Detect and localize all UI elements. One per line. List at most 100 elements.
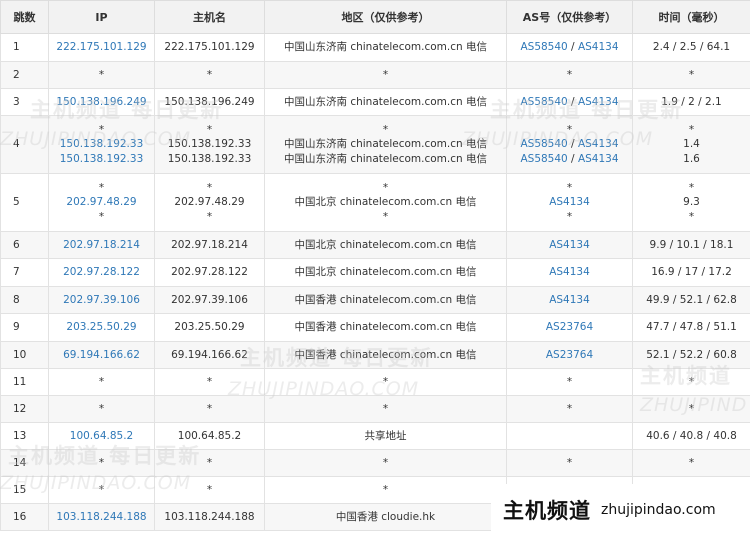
ip-link[interactable]: 150.138.192.33 bbox=[49, 137, 154, 152]
as-line: AS4134 bbox=[507, 265, 632, 280]
as-number-link[interactable]: AS23764 bbox=[546, 349, 593, 361]
hop-number-cell: 12 bbox=[0, 395, 49, 423]
empty-marker: * bbox=[382, 402, 389, 415]
ip-link[interactable]: 69.194.166.62 bbox=[49, 348, 154, 363]
as-number-link[interactable]: AS23764 bbox=[546, 321, 593, 333]
empty-marker: * bbox=[206, 181, 213, 194]
ip-link[interactable]: 100.64.85.2 bbox=[49, 429, 154, 444]
as-line: AS58540 / AS4134 bbox=[507, 40, 632, 55]
empty-marker: * bbox=[566, 181, 573, 194]
empty-marker: * bbox=[98, 456, 105, 469]
time-cell: * bbox=[632, 61, 750, 89]
as-cell: AS23764 bbox=[506, 313, 633, 342]
ip-link[interactable]: 103.118.244.188 bbox=[49, 510, 154, 525]
hostname-cell: * bbox=[154, 449, 265, 477]
ip-cell: 150.138.196.249 bbox=[48, 88, 155, 116]
as-cell: AS4134 bbox=[506, 231, 633, 259]
hostname-cell: 222.175.101.129 bbox=[154, 33, 265, 62]
time-cell: * bbox=[632, 395, 750, 423]
as-number-link[interactable]: AS58540 bbox=[520, 138, 567, 150]
as-number-link[interactable]: AS58540 bbox=[520, 41, 567, 53]
ip-link[interactable]: 202.97.28.122 bbox=[49, 265, 154, 280]
as-number-link[interactable]: AS4134 bbox=[578, 41, 619, 53]
cell-value: 中国北京 chinatelecom.com.cn 电信 bbox=[294, 196, 477, 209]
table-row: 3 150.138.196.249 150.138.196.249 中国山东济南 ch… bbox=[0, 88, 750, 116]
ip-link[interactable]: 150.138.192.33 bbox=[49, 152, 154, 167]
empty-marker: * bbox=[688, 456, 695, 469]
hostname-cell: 150.138.196.249 bbox=[154, 88, 265, 116]
as-number-link[interactable]: AS58540 bbox=[520, 96, 567, 108]
ip-cell: * bbox=[48, 61, 155, 89]
table-row: 8 202.97.39.106 202.97.39.106 中国香港 chinatel… bbox=[0, 286, 750, 314]
as-number-link[interactable]: AS4134 bbox=[549, 266, 590, 278]
cell-value: 49.9 / 52.1 / 62.8 bbox=[646, 293, 737, 306]
table-row: 12 * * * * * bbox=[0, 395, 750, 423]
ip-cell: 202.97.18.214 bbox=[48, 231, 155, 259]
empty-marker: * bbox=[206, 483, 213, 496]
as-number-link[interactable]: AS4134 bbox=[549, 196, 590, 208]
hop-number-cell: 3 bbox=[0, 88, 49, 116]
as-separator: / bbox=[567, 138, 578, 151]
as-number-link[interactable]: AS4134 bbox=[549, 294, 590, 306]
as-number-link[interactable]: AS4134 bbox=[549, 239, 590, 251]
as-cell: * bbox=[506, 449, 633, 477]
as-number-link[interactable]: AS4134 bbox=[578, 138, 619, 150]
ip-link[interactable]: 202.97.48.29 bbox=[49, 195, 154, 210]
ip-link[interactable]: 222.175.101.129 bbox=[49, 40, 154, 55]
cell-value: 中国北京 chinatelecom.com.cn 电信 bbox=[294, 238, 477, 251]
as-line: AS58540 / AS4134 bbox=[507, 95, 632, 110]
hostname-cell: * bbox=[154, 368, 265, 396]
table-row: 9 203.25.50.29 203.25.50.29 中国香港 chinatelec… bbox=[0, 313, 750, 342]
ip-link[interactable]: 150.138.196.249 bbox=[49, 95, 154, 110]
time-cell: 40.6 / 40.8 / 40.8 bbox=[632, 422, 750, 450]
as-separator: / bbox=[567, 41, 578, 54]
region-cell: 中国香港 chinatelecom.com.cn 电信 bbox=[264, 313, 507, 342]
hostname-cell: * bbox=[154, 61, 265, 89]
cell-value: 1.9 / 2 / 2.1 bbox=[661, 95, 722, 108]
cell-value: 1.4 bbox=[683, 138, 700, 151]
as-line: AS23764 bbox=[507, 320, 632, 335]
cell-value: 40.6 / 40.8 / 40.8 bbox=[646, 429, 737, 442]
cell-value: 202.97.18.214 bbox=[171, 238, 248, 251]
region-cell: * bbox=[264, 449, 507, 477]
table-row: 1 222.175.101.129 222.175.101.129 中国山东济南 ch… bbox=[0, 33, 750, 62]
table-row: 5 * 202.97.48.29 * * 202.97.48.29 * * 中国北京 china… bbox=[0, 173, 750, 232]
empty-marker: * bbox=[566, 375, 573, 388]
hop-number-cell: 15 bbox=[0, 476, 49, 504]
ip-cell: * 202.97.48.29 * bbox=[48, 173, 155, 232]
empty-marker: * bbox=[688, 210, 695, 223]
empty-marker: * bbox=[688, 181, 695, 194]
as-cell: * AS4134 * bbox=[506, 173, 633, 232]
empty-marker: * bbox=[382, 210, 389, 223]
as-line: AS4134 bbox=[507, 293, 632, 308]
ip-cell: * 150.138.192.33 150.138.192.33 bbox=[48, 115, 155, 174]
as-line: AS4134 bbox=[507, 195, 632, 210]
as-line: * bbox=[507, 68, 632, 83]
as-number-link[interactable]: AS4134 bbox=[578, 153, 619, 165]
as-number-link[interactable]: AS58540 bbox=[520, 153, 567, 165]
cell-value: 中国山东济南 chinatelecom.com.cn 电信 bbox=[283, 95, 488, 108]
col-ip-header: IP bbox=[48, 0, 155, 34]
time-cell: 1.9 / 2 / 2.1 bbox=[632, 88, 750, 116]
as-number-link[interactable]: AS4134 bbox=[578, 96, 619, 108]
cell-value: 202.97.48.29 bbox=[174, 196, 245, 209]
as-cell: AS4134 bbox=[506, 286, 633, 314]
empty-marker: * bbox=[98, 375, 105, 388]
ip-cell: 100.64.85.2 bbox=[48, 422, 155, 450]
time-cell: * bbox=[632, 449, 750, 477]
ip-cell: 103.118.244.188 bbox=[48, 503, 155, 531]
table-row: 6 202.97.18.214 202.97.18.214 中国北京 chinatel… bbox=[0, 231, 750, 259]
ip-link[interactable]: 202.97.18.214 bbox=[49, 238, 154, 253]
ip-link[interactable]: 202.97.39.106 bbox=[49, 293, 154, 308]
ip-link[interactable]: 203.25.50.29 bbox=[49, 320, 154, 335]
cell-value: 9.9 / 10.1 / 18.1 bbox=[649, 238, 734, 251]
as-line: * bbox=[507, 123, 632, 138]
hop-number-cell: 2 bbox=[0, 61, 49, 89]
col-region-header: 地区（仅供参考） bbox=[264, 0, 507, 34]
time-cell: 2.4 / 2.5 / 64.1 bbox=[632, 33, 750, 62]
brand-logo: 主机频道 zhujipindao.com bbox=[491, 484, 750, 535]
table-row: 14 * * * * * bbox=[0, 449, 750, 477]
as-cell: AS58540 / AS4134 bbox=[506, 88, 633, 116]
as-line: * bbox=[507, 402, 632, 417]
hostname-cell: 202.97.28.122 bbox=[154, 258, 265, 287]
